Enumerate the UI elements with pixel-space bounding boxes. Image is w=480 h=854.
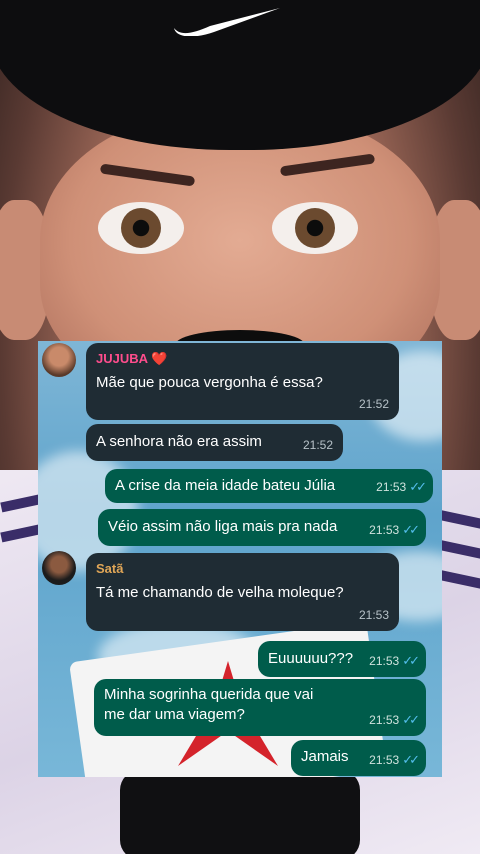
eye xyxy=(272,202,358,254)
chat-message-outgoing[interactable]: Véio assim não liga mais pra nada 21:53 ✓… xyxy=(98,509,426,546)
message-text: A crise da meia idade bateu Júlia xyxy=(115,477,336,494)
nike-swoosh-icon xyxy=(174,8,280,36)
chat-message-outgoing[interactable]: Euuuuuu??? 21:53 ✓✓ xyxy=(258,641,426,677)
message-time: 21:52 xyxy=(358,397,389,411)
read-receipt-icon: ✓✓ xyxy=(402,712,420,727)
chat-message-outgoing[interactable]: Minha sogrinha querida que vai me dar um… xyxy=(94,679,426,736)
read-receipt-icon: ✓✓ xyxy=(409,479,427,494)
message-time: 21:53 xyxy=(369,523,400,537)
read-receipt-icon: ✓✓ xyxy=(402,653,420,668)
sender-name: JUJUBA ❤️ xyxy=(96,351,168,366)
contact-avatar[interactable] xyxy=(42,343,76,377)
chat-message-incoming[interactable]: Satã Tá me chamando de velha moleque? 21… xyxy=(86,553,399,631)
message-text: Mãe que pouca vergonha é essa? xyxy=(96,374,323,391)
message-time: 21:53 xyxy=(376,480,407,494)
message-text: Euuuuuu??? xyxy=(268,650,354,667)
read-receipt-icon: ✓✓ xyxy=(402,752,420,767)
message-time: 21:53 xyxy=(369,654,400,668)
message-time: 21:53 xyxy=(369,753,400,767)
chat-message-incoming[interactable]: A senhora não era assim 21:52 xyxy=(86,424,343,461)
chat-message-outgoing[interactable]: A crise da meia idade bateu Júlia 21:53 ✓… xyxy=(105,469,433,503)
message-text: Véio assim não liga mais pra nada xyxy=(108,518,338,535)
message-text: Jamais xyxy=(301,748,349,765)
heart-icon: ❤️ xyxy=(151,351,168,366)
message-time: 21:53 xyxy=(358,608,389,622)
chat-screenshot: JUJUBA ❤️ Mãe que pouca vergonha é essa?… xyxy=(38,341,442,777)
chat-message-incoming[interactable]: JUJUBA ❤️ Mãe que pouca vergonha é essa?… xyxy=(86,343,399,420)
message-text: Minha sogrinha querida que vai me dar um… xyxy=(104,686,314,723)
message-text: A senhora não era assim xyxy=(96,433,262,450)
sender-name: Satã xyxy=(96,561,124,576)
read-receipt-icon: ✓✓ xyxy=(402,522,420,537)
contact-avatar[interactable] xyxy=(42,551,76,585)
message-time: 21:52 xyxy=(302,438,333,452)
eye xyxy=(98,202,184,254)
microphone-stand xyxy=(120,770,360,854)
message-time: 21:53 xyxy=(369,713,400,727)
chat-message-outgoing[interactable]: Jamais 21:53 ✓✓ xyxy=(291,740,426,776)
message-text: Tá me chamando de velha moleque? xyxy=(96,584,344,601)
